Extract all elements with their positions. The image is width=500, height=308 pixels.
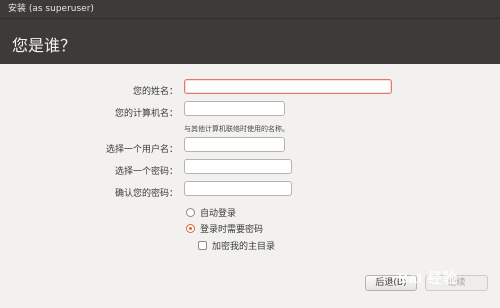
computer-name-hint: 与其他计算机联络时使用的名称。	[184, 125, 289, 133]
require-password-label: 登录时需要密码	[200, 225, 264, 235]
auto-login-label: 自动登录	[200, 209, 237, 219]
require-password-radio[interactable]	[186, 224, 195, 233]
window-title: 安装 (as superuser)	[8, 4, 94, 14]
confirm-password-label: 确认您的密码：	[114, 189, 178, 199]
auto-login-radio[interactable]	[186, 208, 195, 217]
encrypt-home-label: 加密我的主目录	[212, 242, 276, 252]
name-label: 您的姓名：	[132, 87, 178, 97]
watermark-logo: Bai 经验	[398, 270, 458, 286]
username-label: 选择一个用户名：	[105, 145, 178, 155]
auto-login-option[interactable]: 自动登录	[186, 206, 236, 219]
password-input[interactable]	[184, 159, 292, 174]
require-password-option[interactable]: 登录时需要密码	[186, 222, 263, 235]
username-input[interactable]	[184, 137, 285, 152]
computer-name-label: 您的计算机名：	[114, 109, 178, 119]
name-input[interactable]	[184, 79, 392, 94]
encrypt-home-checkbox[interactable]	[198, 241, 207, 250]
password-label: 选择一个密码：	[114, 167, 178, 177]
confirm-password-input[interactable]	[184, 181, 292, 196]
computer-name-input[interactable]	[184, 101, 285, 116]
window-titlebar: 安装 (as superuser)	[0, 0, 500, 18]
encrypt-home-option[interactable]: 加密我的主目录	[198, 239, 275, 252]
page-title: 您是谁？	[12, 36, 77, 55]
page-header: 您是谁？	[0, 18, 500, 64]
